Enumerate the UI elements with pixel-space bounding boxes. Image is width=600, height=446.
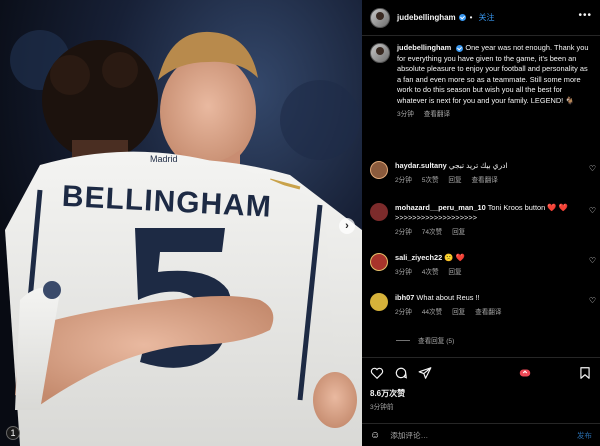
commenter-avatar[interactable] <box>370 293 388 311</box>
comment-likes[interactable]: 74次赞 <box>422 229 443 236</box>
more-options-icon[interactable]: ••• <box>578 10 592 21</box>
comment-username[interactable]: haydar.sultany <box>395 161 447 170</box>
comment-translate-link[interactable]: 查看翻译 <box>475 309 501 316</box>
commenter-avatar[interactable] <box>370 161 388 179</box>
next-photo-button[interactable]: › <box>339 218 355 234</box>
post-time: 3分钟前 <box>370 404 394 411</box>
comment-age: 2分钟 <box>395 177 412 184</box>
verified-badge-icon <box>458 14 466 21</box>
caption-author-avatar[interactable] <box>370 43 390 63</box>
comment-item: ibh07 What about Reus !! 2分钟 44次赞 回复 查看翻… <box>370 293 598 316</box>
save-bookmark-icon[interactable] <box>578 366 592 380</box>
like-comment-icon[interactable]: ♡ <box>589 256 596 265</box>
caption-author-username[interactable]: judebellingham <box>397 43 451 52</box>
caption-translate-link[interactable]: 查看翻译 <box>424 111 450 118</box>
like-comment-icon[interactable]: ♡ <box>589 206 596 215</box>
comment-translate-link[interactable]: 查看翻译 <box>471 177 497 184</box>
view-replies-link[interactable]: 查看回复 (5) <box>396 335 454 345</box>
comment-username[interactable]: sali_ziyech22 <box>395 253 442 262</box>
reply-button[interactable]: 回复 <box>452 309 465 316</box>
comment-item: sali_ziyech22 🙁 ❤️ 3分钟 4次赞 回复 ♡ <box>370 253 598 276</box>
post-caption: judebellingham One year was not enough. … <box>370 43 598 120</box>
reply-button[interactable]: 回复 <box>448 269 461 276</box>
commenter-avatar[interactable] <box>370 203 388 221</box>
likes-count[interactable]: 8.6万次赞 <box>370 388 405 399</box>
comment-username[interactable]: mohazard__peru_man_10 <box>395 203 486 212</box>
jersey-lettering: BELLINGHAM Madrid <box>61 154 272 224</box>
comments-scroll-area[interactable]: judebellingham One year was not enough. … <box>362 37 600 357</box>
comment-age: 2分钟 <box>395 309 412 316</box>
post-comment-button[interactable]: 发布 <box>577 430 592 441</box>
author-username[interactable]: judebellingham <box>397 13 456 22</box>
collar-text: Madrid <box>150 154 178 164</box>
comment-item: mohazard__peru_man_10 Toni Kroos button … <box>370 203 598 236</box>
comment-likes[interactable]: 44次赞 <box>422 309 443 316</box>
like-comment-icon[interactable]: ♡ <box>589 296 596 305</box>
comment-likes[interactable]: 4次赞 <box>422 269 439 276</box>
comment-text: ادري بيك تريد تبجي <box>448 161 508 170</box>
like-comment-icon[interactable]: ♡ <box>589 164 596 173</box>
jersey-name: BELLINGHAM <box>61 180 272 224</box>
comment-username[interactable]: ibh07 <box>395 293 414 302</box>
carousel-indicator: 1 <box>6 426 20 440</box>
comment-age: 3分钟 <box>395 269 412 276</box>
caption-verified-icon <box>456 44 464 52</box>
post-side-panel: judebellingham • 关注 ••• judebellingham O… <box>362 0 600 446</box>
reply-button[interactable]: 回复 <box>448 177 461 184</box>
follow-button[interactable]: 关注 <box>478 12 494 23</box>
comment-bubble-icon[interactable] <box>394 366 408 380</box>
commenter-avatar[interactable] <box>370 253 388 271</box>
caption-text: One year was not enough. Thank you for e… <box>397 43 589 105</box>
comment-input[interactable] <box>390 430 541 440</box>
author-avatar[interactable] <box>370 7 390 28</box>
comment-text: 🙁 ❤️ <box>444 253 465 262</box>
emoji-picker-icon[interactable]: ☺ <box>370 430 380 441</box>
post-header: judebellingham • 关注 ••• <box>362 0 600 36</box>
comment-age: 2分钟 <box>395 229 412 236</box>
comment-text: What about Reus !! <box>416 293 480 302</box>
comment-likes[interactable]: 5次赞 <box>422 177 439 184</box>
post-actions: 8.6万次赞 3分钟前 <box>362 357 600 417</box>
post-photo[interactable]: BELLINGHAM Madrid › 1 <box>0 0 362 446</box>
share-send-icon[interactable] <box>418 366 432 380</box>
comment-composer: ☺ 发布 <box>362 423 600 446</box>
view-replies-label: 查看回复 (5) <box>418 338 455 345</box>
comment-item: haydar.sultany ادري بيك تريد تبجي 2分钟 5次… <box>370 161 598 184</box>
like-heart-icon[interactable] <box>370 366 384 380</box>
replies-divider <box>396 339 410 341</box>
caption-age: 3分钟 <box>397 110 414 118</box>
reply-button[interactable]: 回复 <box>452 229 465 236</box>
header-separator: • <box>469 13 473 22</box>
repost-icon[interactable] <box>518 366 532 380</box>
